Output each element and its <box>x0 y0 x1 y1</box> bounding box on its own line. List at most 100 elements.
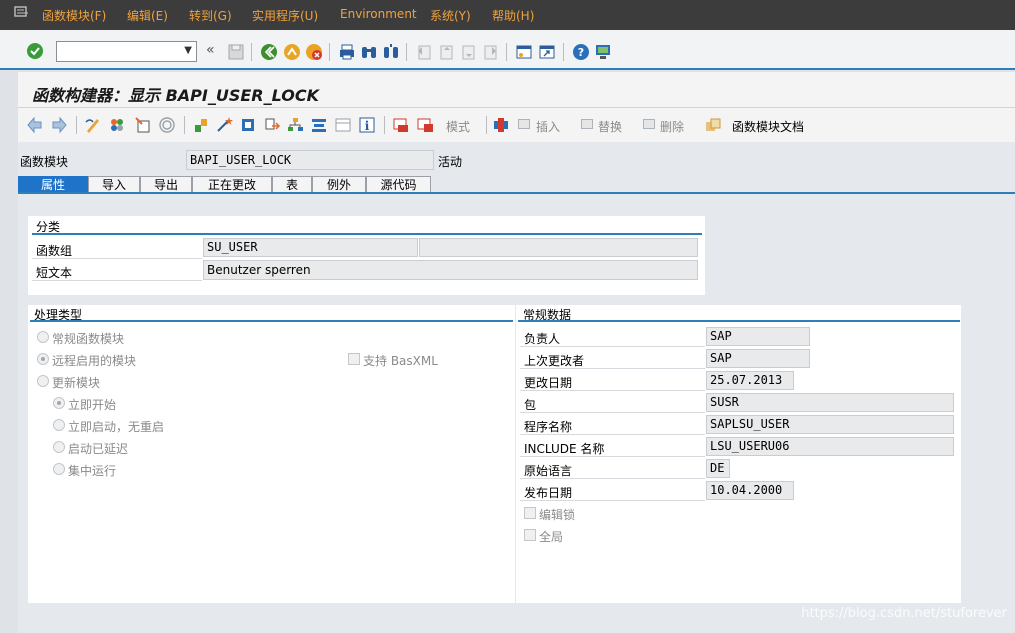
activate-icon[interactable] <box>108 116 126 134</box>
function-module-label: 函数模块 <box>20 155 69 169</box>
tab-exceptions[interactable]: 例外 <box>312 176 366 193</box>
basxml-label: 支持 BasXML <box>363 354 438 368</box>
immediate-no-restart-label: 立即启动，无重启 <box>68 420 165 434</box>
tab-underline <box>18 192 1015 194</box>
pretty-printer-icon[interactable] <box>310 116 328 134</box>
edit-lock-label: 编辑锁 <box>539 508 576 522</box>
row-divider <box>520 434 705 435</box>
global-checkbox[interactable] <box>524 529 536 541</box>
function-module-doc-button[interactable]: 函数模块文档 <box>732 118 804 135</box>
tab-attributes[interactable]: 属性 <box>18 176 88 193</box>
back-icon[interactable] <box>260 43 278 61</box>
tab-source-code[interactable]: 源代码 <box>366 176 431 193</box>
menu-icon[interactable] <box>14 6 30 20</box>
radio-update-module[interactable] <box>37 375 49 387</box>
radio-remote-enabled-module[interactable] <box>37 353 49 365</box>
mode-button[interactable]: 模式 <box>446 118 470 135</box>
layout-menu-icon[interactable] <box>594 43 612 61</box>
radio-immediate-no-restart[interactable] <box>53 419 65 431</box>
cancel-icon[interactable] <box>305 43 323 61</box>
tab-export[interactable]: 导出 <box>140 176 192 193</box>
short-text-label: 短文本 <box>36 266 73 280</box>
tab-import[interactable]: 导入 <box>88 176 140 193</box>
radio-normal-function-module[interactable] <box>37 331 49 343</box>
replace-icon[interactable] <box>581 119 593 129</box>
pattern-icon[interactable] <box>392 116 410 134</box>
next-page-icon[interactable] <box>459 43 477 61</box>
remote-enabled-module-label: 远程启用的模块 <box>52 354 137 368</box>
pattern-alt-icon[interactable] <box>416 116 434 134</box>
enter-check-icon[interactable] <box>26 42 44 60</box>
include-name-label: INCLUDE 名称 <box>524 442 605 456</box>
basxml-checkbox[interactable] <box>348 353 360 365</box>
find-icon[interactable] <box>360 43 378 61</box>
application-toolbar: i 模式 插入 替换 删除 函数模块文档 <box>18 108 1015 142</box>
check-syntax-icon[interactable] <box>134 116 152 134</box>
program-name-field: SAPLSU_USER <box>706 415 954 434</box>
insert-button[interactable]: 插入 <box>536 118 560 135</box>
new-session-icon[interactable] <box>515 43 533 61</box>
menu-goto[interactable]: 转到(G) <box>189 7 232 24</box>
menu-utilities[interactable]: 实用程序(U) <box>252 7 318 24</box>
tab-tables[interactable]: 表 <box>272 176 312 193</box>
where-used-icon[interactable] <box>158 116 176 134</box>
first-page-icon[interactable] <box>415 43 433 61</box>
window-icon[interactable] <box>334 116 352 134</box>
insert-statement-icon[interactable] <box>492 116 510 134</box>
program-name-label: 程序名称 <box>524 420 573 434</box>
separator <box>506 43 507 61</box>
tab-changing[interactable]: 正在更改 <box>192 176 272 193</box>
edit-lock-checkbox[interactable] <box>524 507 536 519</box>
short-text-field[interactable]: Benutzer sperren <box>203 260 698 280</box>
object-list-icon[interactable] <box>192 116 210 134</box>
double-chevron-left-icon[interactable]: « <box>206 42 215 58</box>
function-group-label: 函数组 <box>36 244 73 258</box>
row-divider <box>520 346 705 347</box>
test-icon[interactable] <box>239 116 257 134</box>
changed-on-label: 更改日期 <box>524 376 573 390</box>
navigate-icon[interactable] <box>263 116 281 134</box>
delete-button[interactable]: 删除 <box>660 118 684 135</box>
radio-collective-run[interactable] <box>53 463 65 475</box>
start-delayed-label: 启动已延迟 <box>68 442 129 456</box>
menu-edit[interactable]: 编辑(E) <box>127 7 168 24</box>
arrow-right-icon[interactable] <box>50 116 68 134</box>
menu-help[interactable]: 帮助(H) <box>492 7 534 24</box>
row-divider <box>520 412 705 413</box>
radio-start-immediately[interactable] <box>53 397 65 409</box>
exit-icon[interactable] <box>283 43 301 61</box>
documentation-icon[interactable] <box>704 116 722 134</box>
separator <box>486 116 487 134</box>
command-field[interactable]: ▼ <box>56 41 197 62</box>
menu-environment[interactable]: Environment <box>340 7 417 21</box>
function-module-field[interactable]: BAPI_USER_LOCK <box>186 150 434 170</box>
separator <box>563 43 564 61</box>
replace-button[interactable]: 替换 <box>598 118 622 135</box>
menu-system[interactable]: 系统(Y) <box>430 7 471 24</box>
function-group-description-field <box>419 238 698 257</box>
magic-wand-icon[interactable] <box>215 116 233 134</box>
original-language-label: 原始语言 <box>524 464 573 478</box>
help-icon[interactable]: ? <box>572 43 590 61</box>
function-group-field[interactable]: SU_USER <box>203 238 418 257</box>
create-shortcut-icon[interactable] <box>538 43 556 61</box>
delete-icon[interactable] <box>643 119 655 129</box>
arrow-left-icon[interactable] <box>26 116 44 134</box>
separator <box>384 116 385 134</box>
chevron-down-icon[interactable]: ▼ <box>184 45 192 56</box>
print-icon[interactable] <box>338 43 356 61</box>
changed-on-field: 25.07.2013 <box>706 371 794 390</box>
separator <box>329 43 330 61</box>
previous-page-icon[interactable] <box>437 43 455 61</box>
last-page-icon[interactable] <box>481 43 499 61</box>
menu-function-module[interactable]: 函数模块(F) <box>42 7 106 24</box>
insert-icon[interactable] <box>518 119 530 129</box>
save-icon[interactable] <box>227 43 245 61</box>
find-next-icon[interactable] <box>382 43 400 61</box>
radio-start-delayed[interactable] <box>53 441 65 453</box>
menu-bar: 函数模块(F) 编辑(E) 转到(G) 实用程序(U) Environment … <box>0 0 1015 30</box>
info-icon[interactable]: i <box>358 116 376 134</box>
hierarchy-icon[interactable] <box>286 116 304 134</box>
last-changed-by-field: SAP <box>706 349 810 368</box>
display-change-icon[interactable] <box>84 116 102 134</box>
